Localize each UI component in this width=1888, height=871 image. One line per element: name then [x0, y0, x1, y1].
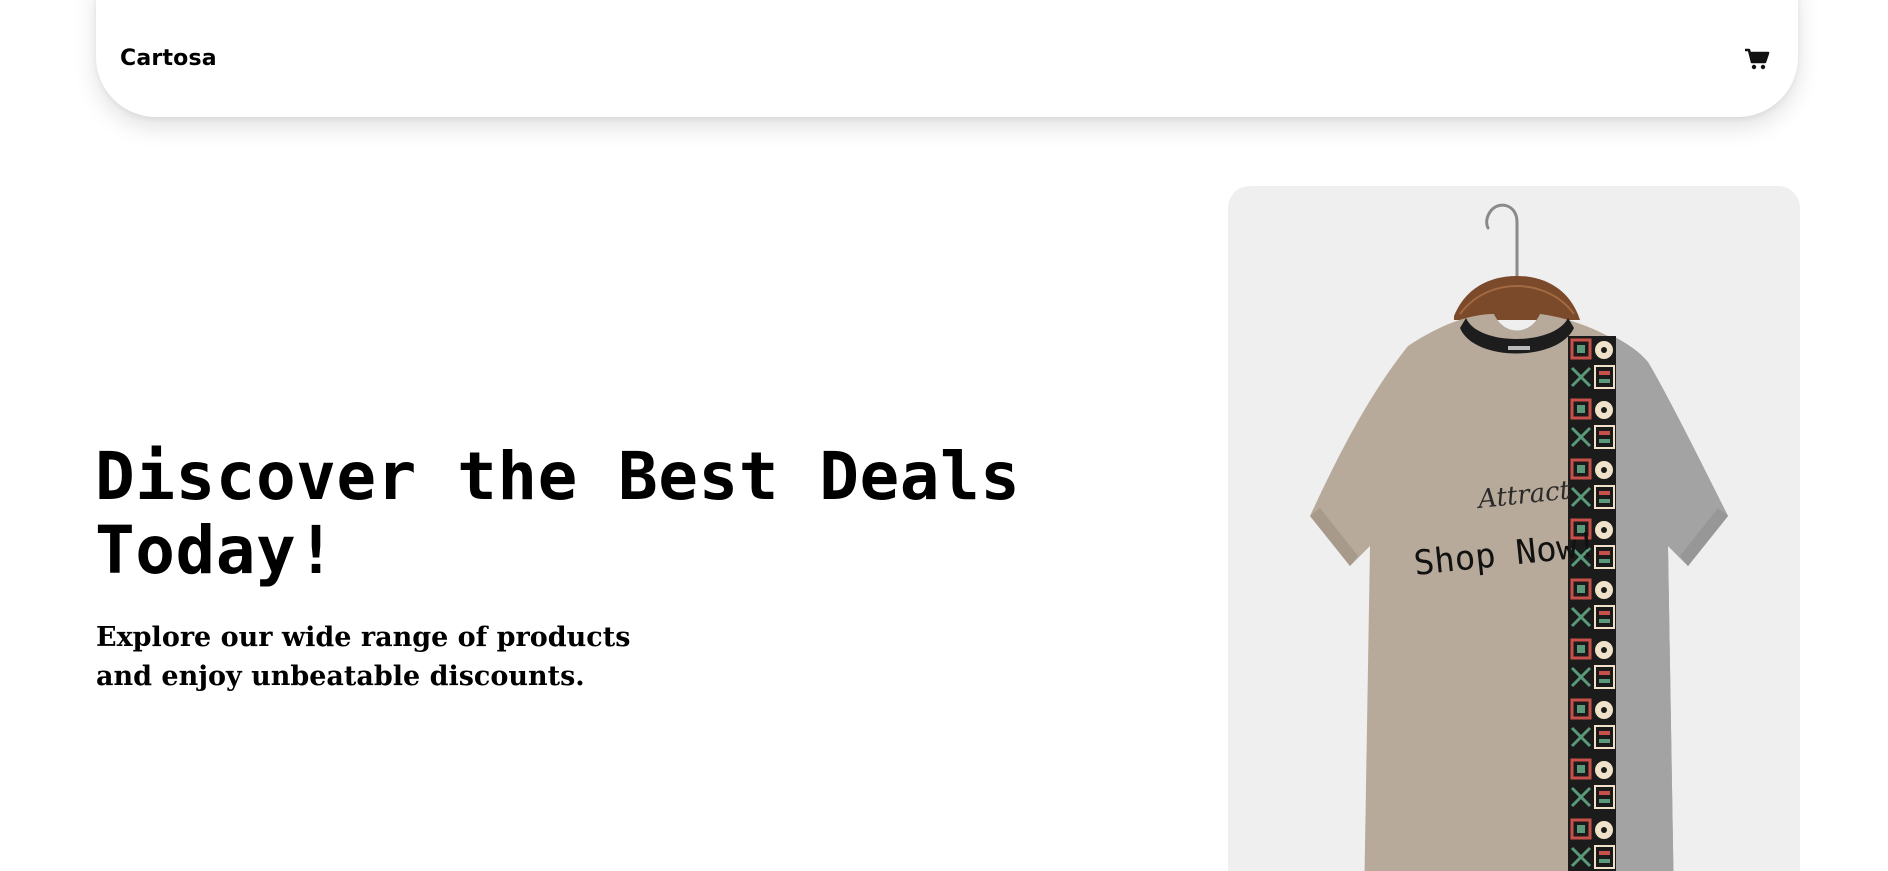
product-image-card[interactable]: Attract Shop Now! — [1228, 186, 1800, 871]
brand-logo[interactable]: Cartosa — [120, 46, 217, 71]
cart-button[interactable] — [1742, 44, 1772, 74]
hero-subtitle-line2: and enjoy unbeatable discounts. — [96, 661, 585, 692]
hero-title: Discover the Best Deals Today! — [95, 438, 1021, 589]
hero-subtitle-line1: Explore our wide range of products — [96, 622, 631, 653]
navbar: Cartosa — [96, 0, 1798, 117]
hero-subtitle: Explore our wide range of products and e… — [96, 618, 656, 696]
shopping-cart-icon — [1745, 48, 1770, 69]
t-shirt-on-hanger-image: Attract — [1310, 203, 1728, 871]
